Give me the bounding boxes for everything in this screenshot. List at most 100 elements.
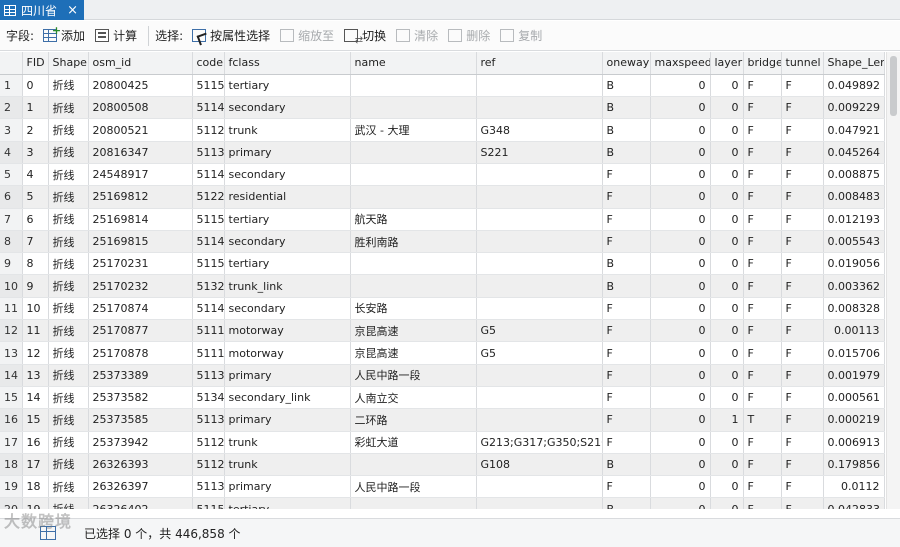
table-cell[interactable]: 人南立交 [350,386,477,410]
table-cell[interactable]: 0 [650,118,711,142]
table-cell[interactable]: F [602,341,651,365]
table-cell[interactable] [476,364,603,387]
table-cell[interactable]: 0.005543 [823,230,885,254]
row-number[interactable]: 11 [0,297,23,321]
row-number[interactable]: 10 [0,274,23,298]
table-cell[interactable]: F [781,118,824,142]
table-cell[interactable]: 0 [710,208,744,231]
table-cell[interactable] [350,185,477,209]
table-row[interactable]: 2 1 折线 20800508 5114 secondary B 0 0 F F 0.009229 [0,96,885,120]
table-cell[interactable]: 5113 [192,408,225,432]
table-cell[interactable]: 5112 [192,431,225,454]
table-cell[interactable]: 折线 [48,497,89,509]
table-cell[interactable]: 0 [710,118,744,142]
table-cell[interactable]: 武汉 - 大理 [350,118,477,142]
table-cell[interactable]: F [781,141,824,164]
table-cell[interactable]: F [781,453,824,477]
row-number[interactable]: 16 [0,408,23,432]
zoom-to-button[interactable]: 缩放至 [275,24,339,48]
table-cell[interactable]: 5113 [192,475,225,499]
table-cell[interactable]: 25373585 [88,408,193,432]
table-cell[interactable]: 0 [710,386,744,410]
calculate-field-button[interactable]: 计算 [90,24,142,48]
table-cell[interactable]: 5113 [192,141,225,164]
row-selector-header[interactable] [0,52,23,75]
table-cell[interactable]: 0 [710,431,744,454]
table-cell[interactable]: motorway [224,319,351,343]
table-cell[interactable]: tertiary [224,497,351,509]
table-cell[interactable]: 0 [710,297,744,321]
column-header-tunnel[interactable]: tunnel [781,52,824,75]
table-cell[interactable]: 折线 [48,252,89,276]
table-cell[interactable]: B [602,96,651,120]
table-cell[interactable]: 折线 [48,274,89,298]
row-number[interactable]: 6 [0,185,23,209]
table-cell[interactable]: F [743,163,782,187]
table-cell[interactable]: 1 [22,96,49,120]
table-row[interactable]: 17 16 折线 25373942 5112 trunk 彩虹大道 G213;G317;G35… [0,431,885,454]
table-row[interactable]: 13 12 折线 25170878 5111 motorway 京昆高速 G5 F 0 0 F F 0.0… [0,341,885,365]
table-cell[interactable] [350,141,477,164]
table-cell[interactable]: 0 [650,141,711,164]
table-cell[interactable]: 0 [650,408,711,432]
table-cell[interactable]: 25373942 [88,431,193,454]
table-cell[interactable]: 0 [710,274,744,298]
row-number[interactable]: 20 [0,497,23,509]
table-cell[interactable]: trunk_link [224,274,351,298]
table-cell[interactable]: 0.000219 [823,408,885,432]
table-cell[interactable]: secondary [224,163,351,187]
table-cell[interactable]: F [743,252,782,276]
column-header-shape-leng[interactable]: Shape_Leng [823,52,885,75]
row-number[interactable]: 18 [0,453,23,477]
table-cell[interactable]: 0.000561 [823,386,885,410]
table-cell[interactable]: F [743,230,782,254]
table-cell[interactable]: 5114 [192,297,225,321]
table-cell[interactable]: 0 [710,497,744,509]
table-cell[interactable]: 0.008483 [823,185,885,209]
table-cell[interactable]: motorway [224,341,351,365]
table-cell[interactable]: F [743,497,782,509]
table-cell[interactable]: 航天路 [350,208,477,231]
table-row[interactable]: 4 3 折线 20816347 5113 primary S221 B 0 0 F F 0.045264 [0,141,885,164]
table-cell[interactable]: tertiary [224,252,351,276]
table-cell[interactable]: 0 [650,475,711,499]
row-number[interactable]: 12 [0,319,23,343]
table-row[interactable]: 2019折线263264025115tertiaryB00FF0.042833 [0,497,885,509]
table-cell[interactable]: 胜利南路 [350,230,477,254]
table-row[interactable]: 9 8 折线 25170231 5115 tertiary B 0 0 F F 0.019056 [0,252,885,276]
table-cell[interactable]: F [781,431,824,454]
table-cell[interactable]: F [602,386,651,410]
table-cell[interactable]: F [781,319,824,343]
table-cell[interactable]: 0.045264 [823,141,885,164]
table-cell[interactable]: F [743,208,782,231]
table-cell[interactable] [350,96,477,120]
table-cell[interactable]: F [743,453,782,477]
table-cell[interactable]: 25170231 [88,252,193,276]
table-cell[interactable]: 0 [650,252,711,276]
table-cell[interactable]: secondary_link [224,386,351,410]
table-cell[interactable]: 0.008328 [823,297,885,321]
row-number[interactable]: 15 [0,386,23,410]
table-cell[interactable]: 26326397 [88,475,193,499]
table-cell[interactable] [476,274,603,298]
table-cell[interactable]: F [602,208,651,231]
delete-selection-button[interactable]: 删除 [443,24,495,48]
table-cell[interactable]: 7 [22,230,49,254]
table-cell[interactable]: 5115 [192,497,225,509]
table-cell[interactable]: 0 [710,341,744,365]
table-cell[interactable]: 25169812 [88,185,193,209]
row-number[interactable]: 17 [0,431,23,454]
table-cell[interactable]: 折线 [48,453,89,477]
table-cell[interactable]: G348 [476,118,603,142]
table-cell[interactable]: 25169814 [88,208,193,231]
table-cell[interactable]: 0 [650,274,711,298]
table-cell[interactable]: S221 [476,141,603,164]
table-cell[interactable]: 0 [22,74,49,98]
table-cell[interactable]: 9 [22,274,49,298]
table-cell[interactable]: 24548917 [88,163,193,187]
table-cell[interactable]: primary [224,475,351,499]
table-cell[interactable]: F [602,319,651,343]
table-cell[interactable]: F [781,163,824,187]
table-cell[interactable]: 26326393 [88,453,193,477]
table-cell[interactable]: 25373389 [88,364,193,387]
